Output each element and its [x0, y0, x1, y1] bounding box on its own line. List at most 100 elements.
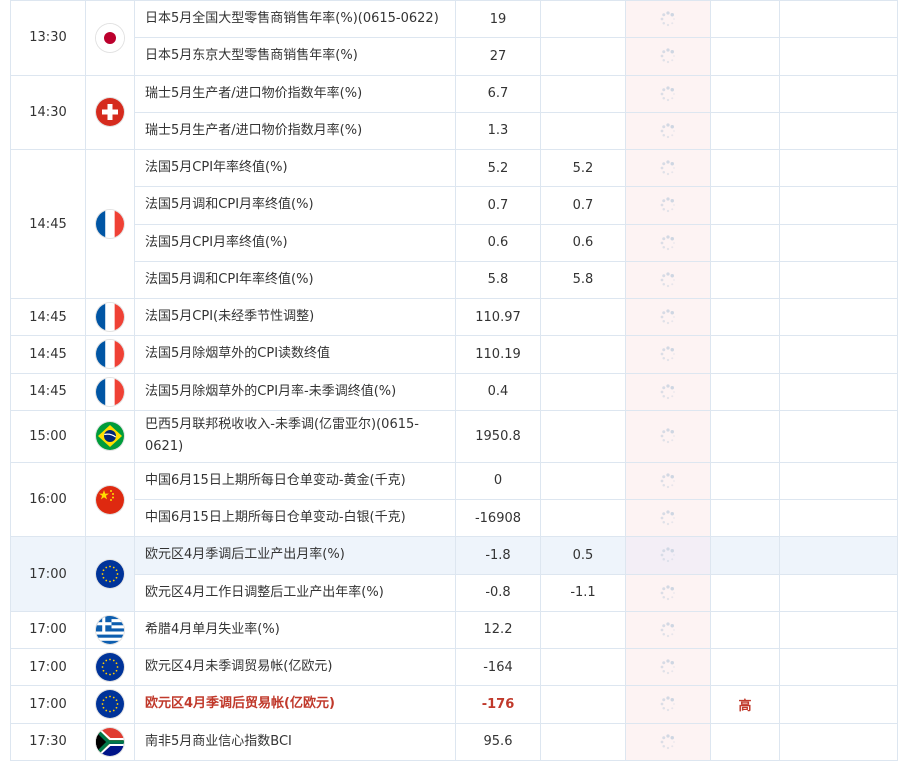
- table-row[interactable]: 法国5月调和CPI年率终值(%) 5.8 5.8: [11, 260, 898, 300]
- importance-cell: [710, 372, 780, 411]
- forecast-value: 5.8: [540, 260, 626, 300]
- actual-value-loading: [625, 498, 711, 538]
- actual-value-loading: [625, 647, 711, 687]
- table-row[interactable]: 17:00 希腊4月单月失业率(%) 12.2: [10, 610, 898, 650]
- forecast-value: [540, 335, 626, 374]
- event-name[interactable]: 法国5月调和CPI年率终值(%): [134, 260, 456, 300]
- previous-value: 0.7: [455, 186, 541, 225]
- previous-value: 6.7: [455, 74, 541, 113]
- table-row[interactable]: 17:30 南非5月商业信心指数BCI 95.6: [10, 722, 898, 761]
- event-name[interactable]: 法国5月CPI月率终值(%): [134, 223, 456, 262]
- event-name[interactable]: 瑞士5月生产者/进口物价指数年率(%): [134, 74, 456, 113]
- forecast-value: [540, 647, 626, 687]
- event-name[interactable]: 中国6月15日上期所每日仓单变动-白银(千克): [134, 498, 456, 538]
- loading-spinner-icon: [659, 160, 677, 176]
- previous-value: 27: [455, 37, 541, 76]
- previous-value: 0.4: [455, 372, 541, 411]
- table-row[interactable]: 16:00 中国6月15日上期所每日仓单变动-黄金(千克) 0: [10, 461, 898, 538]
- previous-value: -164: [455, 647, 541, 687]
- forecast-value: 0.5: [540, 536, 626, 575]
- event-name[interactable]: 日本5月全国大型零售商销售年率(%)(0615-0622): [134, 0, 456, 39]
- country-flag-cell: [85, 372, 135, 411]
- event-name[interactable]: 南非5月商业信心指数BCI: [134, 722, 456, 761]
- table-row[interactable]: 15:00 巴西5月联邦税收收入-未季调(亿雷亚尔)(0615-0621) 1950…: [10, 409, 898, 463]
- event-name[interactable]: 法国5月除烟草外的CPI读数终值: [134, 335, 456, 374]
- loading-spinner-icon: [659, 696, 677, 712]
- interpretation-cell: [779, 148, 898, 188]
- forecast-value: [540, 37, 626, 76]
- previous-value: 95.6: [455, 722, 541, 761]
- interpretation-cell: [779, 186, 898, 225]
- france-flag-icon: [96, 340, 124, 369]
- table-row[interactable]: 14:45 法国5月除烟草外的CPI读数终值 110.19: [10, 335, 898, 374]
- interpretation-cell: [779, 536, 898, 575]
- event-name[interactable]: 欧元区4月工作日调整后工业产出年率(%): [134, 573, 456, 612]
- table-row[interactable]: 14:45 法国5月CPI年率终值(%) 5.2 5.2: [10, 148, 898, 299]
- event-name[interactable]: 欧元区4月季调后工业产出月率(%): [134, 536, 456, 575]
- forecast-value: [540, 409, 626, 463]
- event-name[interactable]: 巴西5月联邦税收收入-未季调(亿雷亚尔)(0615-0621): [134, 409, 456, 463]
- forecast-value: -1.1: [540, 573, 626, 612]
- economic-calendar-table: 13:30 日本5月全国大型零售商销售年率(%)(0615-0622) 19 日本5月…: [10, 0, 898, 761]
- forecast-value: [540, 372, 626, 411]
- event-name[interactable]: 中国6月15日上期所每日仓单变动-黄金(千克): [134, 461, 456, 501]
- table-row[interactable]: 17:00 欧元区4月未季调贸易帐(亿欧元) -164: [10, 647, 898, 687]
- table-row[interactable]: 瑞士5月生产者/进口物价指数月率(%) 1.3: [11, 111, 898, 151]
- actual-value-loading: [625, 74, 711, 113]
- actual-value-loading: [625, 0, 711, 39]
- south-africa-flag-icon: [96, 727, 124, 756]
- table-row[interactable]: 14:45 法国5月CPI(未经季节性调整) 110.97: [10, 297, 898, 337]
- loading-spinner-icon: [659, 309, 677, 325]
- table-row[interactable]: 中国6月15日上期所每日仓单变动-白银(千克) -16908: [11, 498, 898, 538]
- country-flag-cell: [85, 536, 135, 612]
- table-row[interactable]: 14:45 法国5月除烟草外的CPI月率-未季调终值(%) 0.4: [10, 372, 898, 411]
- country-flag-cell: [85, 297, 135, 337]
- table-row[interactable]: 14:30 瑞士5月生产者/进口物价指数年率(%) 6.7: [10, 74, 898, 150]
- event-name[interactable]: 法国5月CPI(未经季节性调整): [134, 297, 456, 337]
- country-flag-cell: [85, 74, 135, 150]
- importance-cell: [710, 223, 780, 262]
- interpretation-cell: [779, 461, 898, 501]
- importance-cell: [710, 647, 780, 687]
- eu-flag-icon: [96, 690, 124, 719]
- interpretation-cell: [779, 722, 898, 761]
- forecast-value: [540, 685, 626, 724]
- country-flag-cell: [85, 685, 135, 724]
- loading-spinner-icon: [659, 659, 677, 675]
- table-row[interactable]: 法国5月调和CPI月率终值(%) 0.7 0.7: [11, 186, 898, 225]
- event-name[interactable]: 日本5月东京大型零售商销售年率(%): [134, 37, 456, 76]
- actual-value-loading: [625, 148, 711, 188]
- event-name[interactable]: 希腊4月单月失业率(%): [134, 610, 456, 650]
- importance-cell: [710, 74, 780, 113]
- forecast-value: [540, 0, 626, 39]
- event-name[interactable]: 欧元区4月季调后贸易帐(亿欧元): [134, 685, 456, 724]
- loading-spinner-icon: [659, 428, 677, 444]
- loading-spinner-icon: [659, 734, 677, 749]
- interpretation-cell: [779, 498, 898, 538]
- event-time: 14:45: [10, 372, 86, 411]
- event-name[interactable]: 欧元区4月未季调贸易帐(亿欧元): [134, 647, 456, 687]
- table-row[interactable]: 17:00 欧元区4月季调后贸易帐(亿欧元) -176 高: [10, 685, 898, 724]
- country-flag-cell: [85, 722, 135, 761]
- table-row[interactable]: 日本5月东京大型零售商销售年率(%) 27: [11, 37, 898, 76]
- event-name[interactable]: 法国5月除烟草外的CPI月率-未季调终值(%): [134, 372, 456, 411]
- interpretation-cell: [779, 647, 898, 687]
- eu-flag-icon: [96, 653, 124, 682]
- event-name[interactable]: 法国5月调和CPI月率终值(%): [134, 186, 456, 225]
- country-flag-cell: [85, 0, 135, 76]
- actual-value-loading: [625, 409, 711, 463]
- previous-value: -0.8: [455, 573, 541, 612]
- loading-spinner-icon: [659, 473, 677, 489]
- interpretation-cell: [779, 37, 898, 76]
- previous-value: 5.2: [455, 148, 541, 188]
- importance-cell: 高: [710, 685, 780, 724]
- event-name[interactable]: 法国5月CPI年率终值(%): [134, 148, 456, 188]
- country-flag-cell: [85, 149, 135, 299]
- event-name[interactable]: 瑞士5月生产者/进口物价指数月率(%): [134, 111, 456, 151]
- table-row[interactable]: 欧元区4月工作日调整后工业产出年率(%) -0.8 -1.1: [11, 573, 898, 612]
- actual-value-loading: [625, 297, 711, 337]
- table-row[interactable]: 法国5月CPI月率终值(%) 0.6 0.6: [11, 223, 898, 262]
- table-row[interactable]: 17:00 欧元区4月季调后工业产出月率(%) -1.8 0.5: [10, 536, 898, 612]
- table-row[interactable]: 13:30 日本5月全国大型零售商销售年率(%)(0615-0622) 19: [10, 0, 898, 76]
- loading-spinner-icon: [659, 197, 677, 213]
